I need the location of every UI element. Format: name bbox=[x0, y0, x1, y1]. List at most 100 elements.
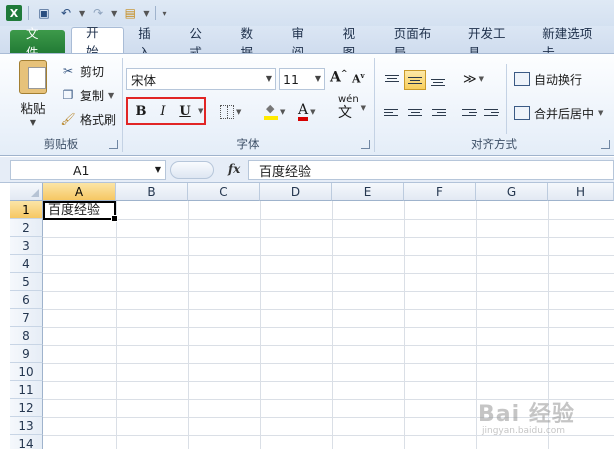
open-dropdown-icon[interactable]: ▼ bbox=[143, 9, 149, 18]
bold-button[interactable]: B bbox=[132, 102, 150, 120]
row-header[interactable]: 2 bbox=[10, 219, 43, 237]
row-header[interactable]: 12 bbox=[10, 399, 43, 417]
gridline bbox=[43, 363, 614, 364]
tab-home[interactable]: 开始 bbox=[71, 25, 125, 59]
row-header[interactable]: 14 bbox=[10, 435, 43, 449]
fill-color-dropdown-icon[interactable]: ▼ bbox=[280, 108, 285, 116]
tab-review[interactable]: 审阅 bbox=[278, 26, 329, 60]
row-header[interactable]: 5 bbox=[10, 273, 43, 291]
borders-button[interactable]: ▼ bbox=[220, 102, 241, 122]
merge-center-label: 合并后居中 bbox=[534, 106, 595, 121]
paste-button[interactable]: 粘贴 ▼ bbox=[12, 60, 54, 127]
decrease-indent-button[interactable] bbox=[458, 102, 480, 122]
row-header[interactable]: 1 bbox=[10, 201, 43, 219]
increase-font-size-button[interactable]: A^ bbox=[330, 68, 348, 86]
tab-data[interactable]: 数据 bbox=[226, 26, 277, 60]
row-header[interactable]: 4 bbox=[10, 255, 43, 273]
row-header[interactable]: 8 bbox=[10, 327, 43, 345]
tab-new[interactable]: 新建选项卡 bbox=[528, 26, 614, 60]
copy-button[interactable]: ❐ 复制 ▼ bbox=[60, 86, 115, 104]
chevron-down-icon[interactable]: ▼ bbox=[155, 165, 161, 174]
align-center-button[interactable] bbox=[404, 102, 426, 122]
name-box[interactable]: A1 ▼ bbox=[10, 160, 166, 180]
italic-button[interactable]: I bbox=[154, 102, 172, 120]
cut-button[interactable]: ✂ 剪切 bbox=[60, 62, 104, 80]
cut-label: 剪切 bbox=[80, 64, 105, 79]
tab-page-layout[interactable]: 页面布局 bbox=[380, 26, 454, 60]
column-header-f[interactable]: F bbox=[404, 183, 476, 201]
tab-insert[interactable]: 插入 bbox=[124, 26, 175, 60]
row-header[interactable]: 10 bbox=[10, 363, 43, 381]
phonetic-guide-button[interactable]: wén 文 ▼ bbox=[338, 95, 366, 122]
clipboard-dialog-launcher-icon[interactable] bbox=[109, 140, 118, 149]
align-right-button[interactable] bbox=[427, 102, 449, 122]
redo-icon[interactable]: ↷ bbox=[89, 4, 107, 22]
increase-indent-button[interactable] bbox=[480, 102, 502, 122]
orientation-button[interactable]: ≫ ▼ bbox=[463, 69, 484, 89]
alignment-dialog-launcher-icon[interactable] bbox=[601, 140, 610, 149]
column-header-d[interactable]: D bbox=[260, 183, 332, 201]
font-group-label: 字体 bbox=[236, 137, 260, 151]
insert-function-icon[interactable]: fx bbox=[228, 162, 240, 176]
underline-button[interactable]: U bbox=[176, 102, 194, 120]
merge-center-button[interactable]: 合并后居中 ▼ bbox=[514, 103, 603, 123]
top-align-button[interactable] bbox=[381, 68, 403, 88]
orientation-dropdown-icon[interactable]: ▼ bbox=[479, 75, 484, 83]
formula-input[interactable]: 百度经验 bbox=[248, 160, 614, 180]
chevron-down-icon: ▼ bbox=[265, 74, 272, 83]
phonetic-guide-icon: wén 文 bbox=[338, 95, 359, 122]
decrease-font-size-button[interactable]: Av bbox=[352, 71, 365, 86]
bottom-align-button[interactable] bbox=[427, 72, 449, 92]
font-dialog-launcher-icon[interactable] bbox=[361, 140, 370, 149]
font-name-select[interactable]: 宋体 ▼ bbox=[126, 68, 276, 90]
underline-dropdown-icon[interactable]: ▼ bbox=[198, 107, 203, 115]
column-header-c[interactable]: C bbox=[188, 183, 260, 201]
paste-label: 粘贴 bbox=[20, 101, 46, 116]
copy-dropdown-icon[interactable]: ▼ bbox=[108, 91, 114, 100]
row-header[interactable]: 9 bbox=[10, 345, 43, 363]
select-all-button[interactable] bbox=[10, 183, 43, 201]
undo-icon[interactable]: ↶ bbox=[57, 4, 75, 22]
font-color-button[interactable]: A ▼ bbox=[298, 102, 316, 122]
font-size-select[interactable]: 11 ▼ bbox=[279, 68, 325, 90]
tab-view[interactable]: 视图 bbox=[329, 26, 380, 60]
row-header[interactable]: 11 bbox=[10, 381, 43, 399]
font-color-dropdown-icon[interactable]: ▼ bbox=[310, 108, 315, 116]
row-header[interactable]: 7 bbox=[10, 309, 43, 327]
column-header-h[interactable]: H bbox=[548, 183, 614, 201]
undo-dropdown-icon[interactable]: ▼ bbox=[79, 9, 85, 18]
chevron-down-icon: ▼ bbox=[314, 74, 321, 83]
gridline bbox=[43, 237, 614, 238]
middle-align-button[interactable] bbox=[404, 70, 426, 90]
tab-developer[interactable]: 开发工具 bbox=[454, 26, 528, 60]
customize-qat-icon[interactable]: ▾ bbox=[162, 9, 166, 18]
row-header[interactable]: 6 bbox=[10, 291, 43, 309]
paste-dropdown-icon[interactable]: ▼ bbox=[12, 118, 54, 127]
excel-icon[interactable]: X bbox=[6, 5, 22, 21]
open-icon[interactable]: ▤ bbox=[121, 4, 139, 22]
row-header[interactable]: 3 bbox=[10, 237, 43, 255]
gridline bbox=[116, 201, 117, 449]
row-header[interactable]: 13 bbox=[10, 417, 43, 435]
save-icon[interactable]: ▣ bbox=[35, 4, 53, 22]
column-header-e[interactable]: E bbox=[332, 183, 404, 201]
wrap-text-button[interactable]: 自动换行 bbox=[514, 69, 582, 89]
wrap-text-icon bbox=[514, 72, 530, 86]
fill-color-button[interactable]: ▼ bbox=[264, 102, 285, 122]
phonetic-dropdown-icon[interactable]: ▼ bbox=[361, 104, 366, 112]
borders-dropdown-icon[interactable]: ▼ bbox=[236, 108, 241, 116]
copy-icon: ❐ bbox=[62, 88, 74, 102]
column-header-b[interactable]: B bbox=[116, 183, 188, 201]
formula-bar-splitter[interactable] bbox=[170, 161, 214, 179]
column-header-a[interactable]: A bbox=[43, 183, 116, 201]
align-left-button[interactable] bbox=[381, 102, 403, 122]
tab-file[interactable]: 文件 bbox=[10, 26, 66, 60]
gridline bbox=[332, 201, 333, 449]
format-painter-button[interactable]: 🖌 格式刷 bbox=[60, 110, 116, 128]
redo-dropdown-icon[interactable]: ▼ bbox=[111, 9, 117, 18]
cell-a1[interactable]: 百度经验 bbox=[43, 201, 118, 222]
merge-center-dropdown-icon[interactable]: ▼ bbox=[598, 109, 603, 117]
tab-formulas[interactable]: 公式 bbox=[175, 26, 226, 60]
column-header-g[interactable]: G bbox=[476, 183, 548, 201]
font-size-value: 11 bbox=[283, 71, 299, 87]
